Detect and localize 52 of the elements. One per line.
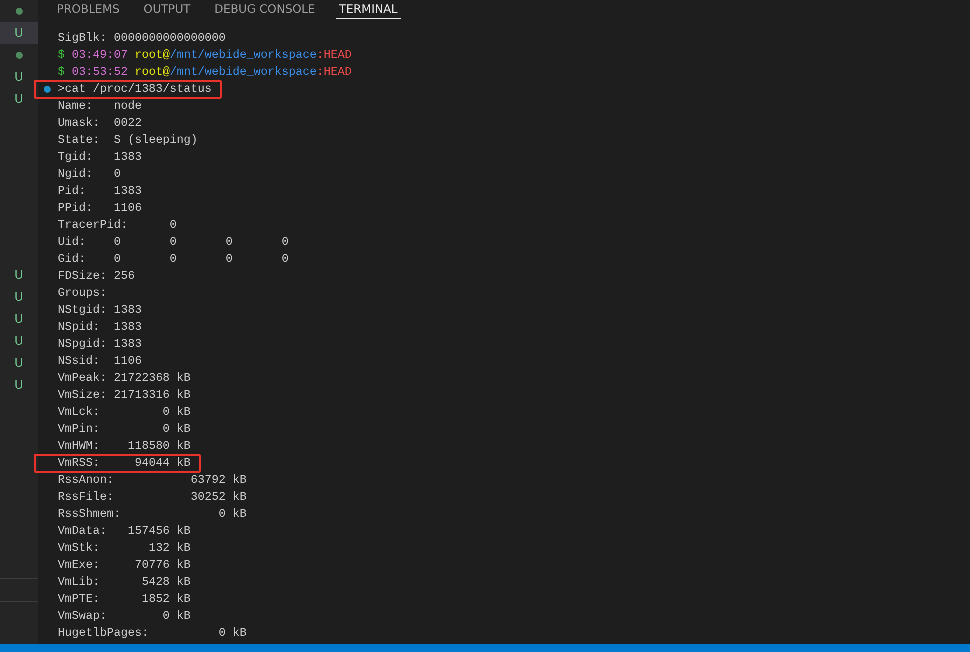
output-line: NSsid: 1106: [58, 354, 142, 368]
panel-tab[interactable]: PROBLEMS: [54, 0, 123, 18]
output-line: State: S (sleeping): [58, 133, 198, 147]
output-line: VmStk: 132 kB: [58, 541, 191, 555]
file-item[interactable]: U: [0, 88, 38, 110]
panel-tab[interactable]: OUTPUT: [140, 0, 194, 18]
output-line: VmHWM: 118580 kB: [58, 439, 191, 453]
output-line: Name: node: [58, 99, 142, 113]
dot-icon: [16, 8, 22, 14]
output-line: HugetlbPages: 0 kB: [58, 626, 247, 640]
output-line: Umask: 0022: [58, 116, 142, 130]
panel-tab[interactable]: TERMINAL: [336, 0, 401, 19]
output-line: Uid: 0 0 0 0: [58, 235, 289, 249]
file-item[interactable]: U: [0, 374, 38, 396]
file-item[interactable]: U: [0, 286, 38, 308]
output-line: Ngid: 0: [58, 167, 121, 181]
output-line: NStgid: 1383: [58, 303, 142, 317]
output-line: VmSwap: 0 kB: [58, 609, 191, 623]
output-line: Tgid: 1383: [58, 150, 142, 164]
file-item[interactable]: U: [0, 264, 38, 286]
output-line: RssAnon: 63792 kB: [58, 473, 247, 487]
output-line: VmRSS: 94044 kB: [58, 456, 191, 470]
file-item[interactable]: U: [0, 352, 38, 374]
output-line: VmExe: 70776 kB: [58, 558, 191, 572]
command-line: >cat /proc/1383/status: [58, 82, 212, 96]
output-line: PPid: 1106: [58, 201, 142, 215]
output-line: VmPTE: 1852 kB: [58, 592, 191, 606]
output-line: FDSize: 256: [58, 269, 135, 283]
output-line: TracerPid: 0: [58, 218, 177, 232]
panel-tab[interactable]: DEBUG CONSOLE: [212, 0, 318, 18]
output-line: VmLck: 0 kB: [58, 405, 191, 419]
output-line: VmSize: 21713316 kB: [58, 388, 191, 402]
prompt-line: $ 03:49:07 root@/mnt/webide_workspace:HEAD: [58, 48, 352, 62]
output-line: VmData: 157456 kB: [58, 524, 191, 538]
output-line: VmLib: 5428 kB: [58, 575, 191, 589]
output-line: Gid: 0 0 0 0: [58, 252, 289, 266]
file-item[interactable]: U: [0, 66, 38, 88]
output-line: NSpid: 1383: [58, 320, 142, 334]
output-line: SigBlk: 0000000000000000: [58, 31, 226, 45]
output-line: NSpgid: 1383: [58, 337, 142, 351]
output-line: RssFile: 30252 kB: [58, 490, 247, 504]
output-line: Groups:: [58, 286, 107, 300]
output-line: VmPin: 0 kB: [58, 422, 191, 436]
output-line: RssShmem: 0 kB: [58, 507, 247, 521]
output-line: VmPeak: 21722368 kB: [58, 371, 191, 385]
output-line: Pid: 1383: [58, 184, 142, 198]
prompt-line: $ 03:53:52 root@/mnt/webide_workspace:HEAD: [58, 65, 352, 79]
file-item[interactable]: U: [0, 330, 38, 352]
file-item[interactable]: U: [0, 22, 38, 44]
file-item[interactable]: U: [0, 308, 38, 330]
dot-icon: [16, 52, 22, 58]
status-dot-icon: [44, 86, 51, 93]
